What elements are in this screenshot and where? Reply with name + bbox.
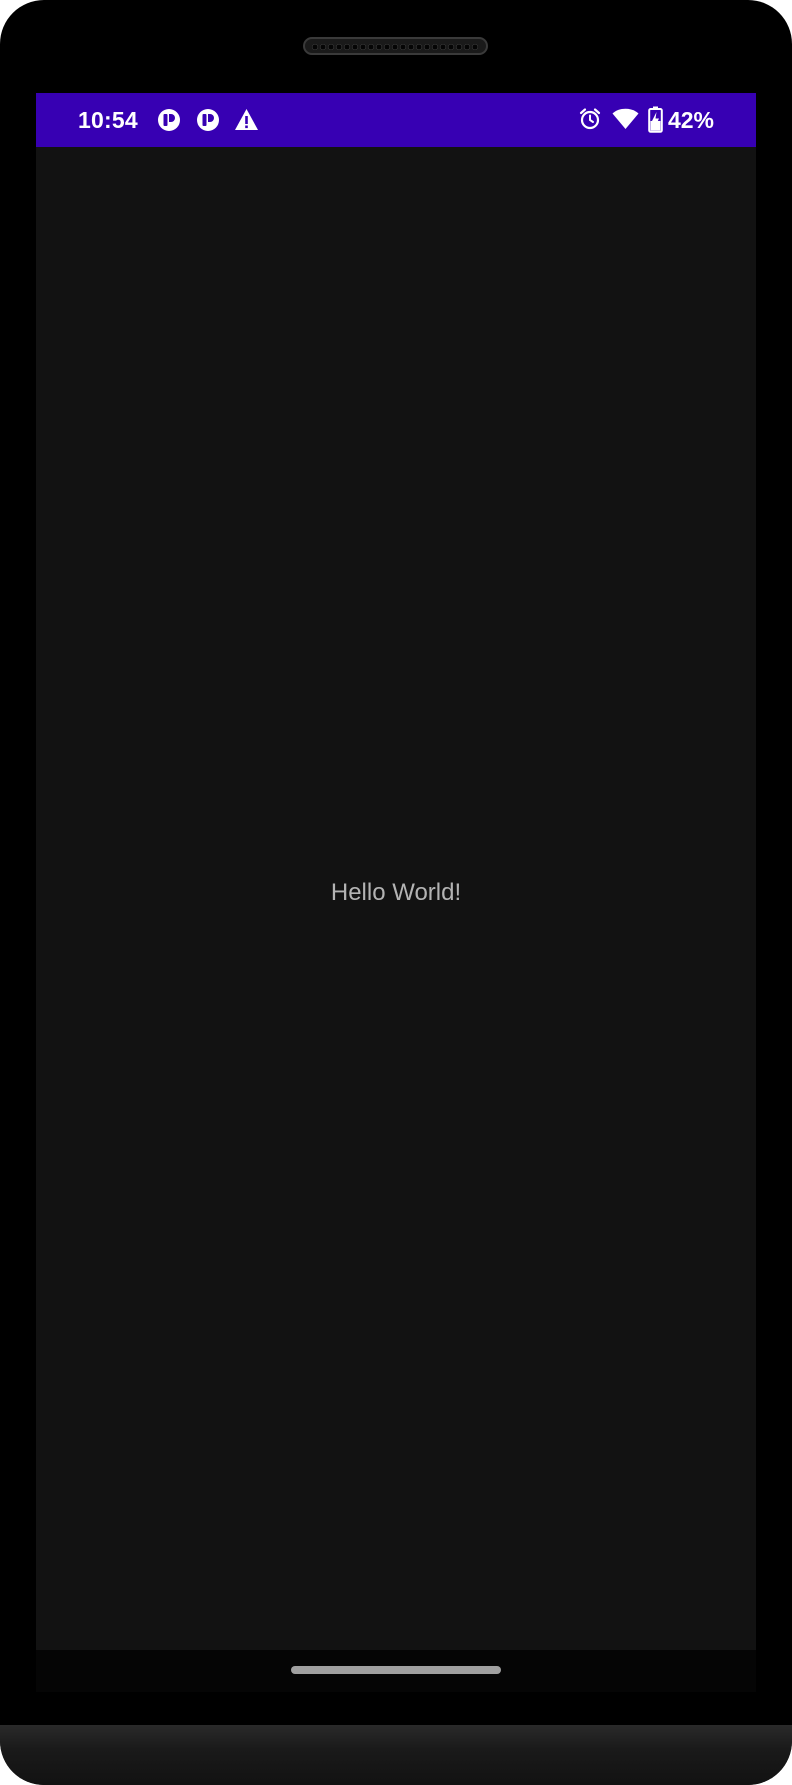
phone-chin — [0, 1725, 792, 1785]
app-content: Hello World! — [36, 147, 756, 1595]
battery-percentage: 42% — [667, 107, 714, 133]
warning-icon — [235, 109, 258, 130]
earpiece-speaker — [303, 37, 488, 55]
gesture-home-handle[interactable] — [291, 1666, 501, 1674]
wifi-icon — [612, 108, 639, 129]
status-bar: 10:54 42% — [36, 93, 756, 147]
app-notification-icon — [158, 109, 180, 131]
phone-screen: 10:54 42% Hello World! — [36, 93, 756, 1692]
phone-frame: 10:54 42% Hello World! — [0, 0, 792, 1785]
battery-charging-icon — [648, 106, 663, 133]
hello-world-text: Hello World! — [330, 879, 462, 906]
app-notification-icon — [197, 109, 219, 131]
alarm-icon — [579, 108, 601, 130]
navigation-bar — [36, 1650, 756, 1692]
speaker-grille — [311, 43, 480, 51]
status-time: 10:54 — [78, 107, 138, 133]
